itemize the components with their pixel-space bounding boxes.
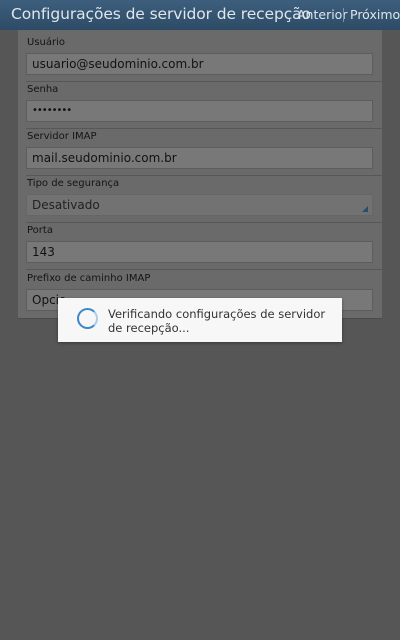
divider: [26, 175, 382, 176]
progress-message: Verificando configurações de servidor de…: [108, 307, 326, 335]
password-label: Senha: [27, 84, 59, 95]
dropdown-corner-icon: [362, 206, 368, 212]
action-bar: Configurações de servidor de recepção An…: [0, 0, 400, 30]
progress-dialog: Verificando configurações de servidor de…: [58, 298, 342, 342]
security-type-value: Desativado: [32, 198, 100, 212]
imap-server-field[interactable]: mail.seudominio.com.br: [26, 147, 373, 169]
loading-spinner-icon: [77, 308, 98, 329]
imap-server-label: Servidor IMAP: [27, 131, 97, 142]
page-title: Configurações de servidor de recepção: [11, 5, 311, 23]
username-field[interactable]: usuario@seudominio.com.br: [26, 53, 373, 75]
port-label: Porta: [27, 225, 53, 236]
divider: [26, 222, 382, 223]
imap-path-prefix-label: Prefixo de caminho IMAP: [27, 273, 151, 284]
security-type-label: Tipo de segurança: [27, 178, 120, 189]
next-button[interactable]: Próximo: [350, 0, 400, 30]
security-type-select[interactable]: Desativado: [26, 194, 373, 216]
port-field[interactable]: 143: [26, 241, 373, 263]
screen: Configurações de servidor de recepção An…: [0, 0, 400, 640]
username-label: Usuário: [27, 37, 66, 48]
divider: [26, 81, 382, 82]
password-field[interactable]: ••••••••: [26, 100, 373, 122]
divider: [26, 128, 382, 129]
action-bar-divider: [343, 8, 344, 22]
divider: [26, 269, 382, 270]
previous-button[interactable]: Anterior: [297, 0, 347, 30]
